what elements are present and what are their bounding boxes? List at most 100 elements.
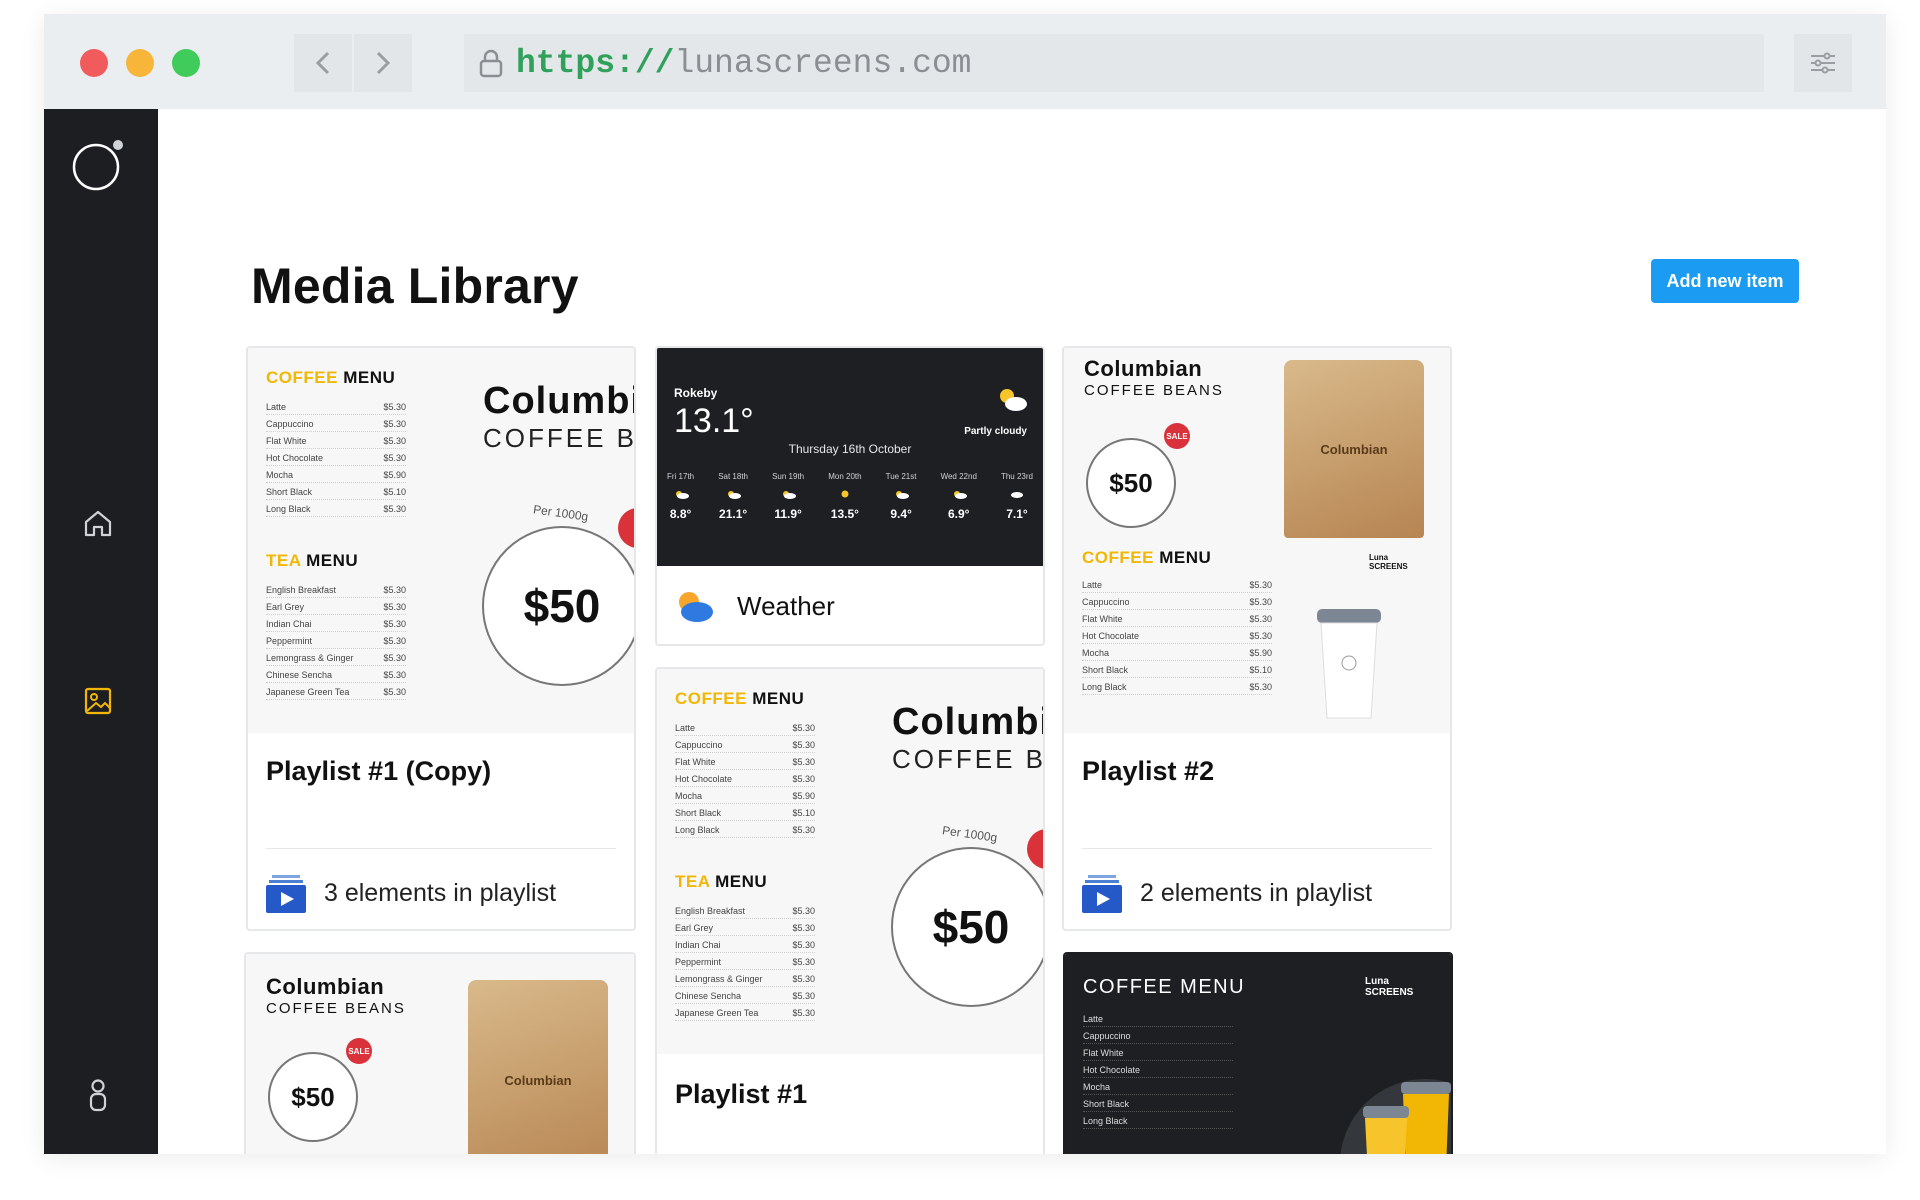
app-sidebar bbox=[44, 109, 158, 1154]
browser-settings-button[interactable] bbox=[1794, 34, 1852, 92]
image-icon bbox=[84, 687, 112, 715]
forecast-day: Sun 19th 11.9° bbox=[772, 472, 805, 521]
forecast-day: Thu 23rd 7.1° bbox=[1000, 472, 1033, 521]
menu-row: Short Black $5.10 bbox=[266, 483, 406, 500]
menu-row: Peppermint $5.30 bbox=[266, 632, 406, 649]
menu-row: Hot Chocolate $5.30 bbox=[675, 770, 815, 787]
media-card-dark-coffee-menu[interactable]: COFFEE MENU Luna SCREENS Latte Cappuccin… bbox=[1063, 952, 1453, 1154]
menu-row: Japanese Green Tea $5.30 bbox=[675, 1004, 815, 1021]
menu-row: Peppermint $5.30 bbox=[675, 953, 815, 970]
cloud-icon bbox=[783, 491, 797, 499]
browser-toolbar: https://lunascreens.com bbox=[44, 14, 1886, 109]
menu-row: Flat White $5.30 bbox=[675, 753, 815, 770]
promo-preview: Columbian COFFEE BEANS bbox=[483, 380, 634, 453]
url-host: lunascreens.com bbox=[674, 44, 972, 82]
menu-row: Indian Chai $5.30 bbox=[675, 936, 815, 953]
card-thumbnail: Columbian COFFEE BEANS $50 SALE Columbia… bbox=[246, 954, 634, 1154]
sidebar-item-home[interactable] bbox=[82, 507, 114, 544]
menu-row: Long Black $5.30 bbox=[675, 821, 815, 838]
luna-badge: Luna SCREENS bbox=[1369, 553, 1408, 571]
forecast-day: Tue 21st 9.4° bbox=[885, 472, 917, 521]
coffee-menu-preview: COFFEE MENU Latte $5.30 Cappuccino $5.30 F… bbox=[266, 368, 406, 700]
menu-row: Cappuccino bbox=[1083, 1027, 1233, 1044]
menu-row: Earl Grey $5.30 bbox=[266, 598, 406, 615]
address-bar[interactable]: https://lunascreens.com bbox=[464, 34, 1764, 92]
menu-row: Long Black $5.30 bbox=[1082, 678, 1272, 695]
forward-button[interactable] bbox=[354, 34, 412, 92]
menu-row: Long Black $5.30 bbox=[266, 500, 406, 517]
card-footer: 2 elements in playlist bbox=[1082, 873, 1372, 913]
sale-badge: S bbox=[618, 508, 634, 548]
minimize-window-button[interactable] bbox=[126, 49, 154, 77]
card-thumbnail: COFFEE MENU Luna SCREENS Latte Cappuccin… bbox=[1065, 954, 1451, 1154]
menu-row: Mocha $5.90 bbox=[675, 787, 815, 804]
playlist-icon bbox=[1082, 875, 1122, 913]
menu-row: Mocha $5.90 bbox=[266, 466, 406, 483]
card-title: Weather bbox=[737, 590, 835, 621]
sidebar-item-media[interactable] bbox=[82, 685, 114, 722]
sliders-icon bbox=[1811, 52, 1835, 74]
menu-row: Flat White $5.30 bbox=[266, 432, 406, 449]
url-scheme: https:// bbox=[516, 44, 675, 82]
playlist-count: 3 elements in playlist bbox=[324, 878, 557, 907]
add-new-item-button[interactable]: Add new item bbox=[1651, 259, 1799, 303]
menu-row: Mocha $5.90 bbox=[1082, 644, 1272, 661]
maximize-window-button[interactable] bbox=[172, 49, 200, 77]
chevron-right-icon bbox=[376, 51, 391, 75]
media-card-playlist-1-copy[interactable]: COFFEE MENU Latte $5.30 Cappuccino $5.30 F… bbox=[246, 346, 636, 931]
forecast-row: Fri 17th 8.8° Sat 18th 21.1° Sun 19th 11.9°… bbox=[667, 472, 1033, 521]
menu-row: Flat White $5.30 bbox=[1082, 610, 1272, 627]
menu-row: Earl Grey $5.30 bbox=[675, 919, 815, 936]
yellow-cups-image bbox=[1340, 1079, 1451, 1154]
chevron-left-icon bbox=[315, 51, 330, 75]
media-card-playlist-2[interactable]: Columbian COFFEE BEANS $50 SALE Columbia… bbox=[1062, 346, 1452, 931]
card-title: Playlist #1 bbox=[675, 1079, 808, 1109]
forecast-day: Wed 22nd 6.9° bbox=[940, 472, 977, 521]
weather-app-icon bbox=[679, 592, 713, 622]
menu-row: English Breakfast $5.30 bbox=[675, 902, 815, 919]
menu-row: Short Black $5.10 bbox=[1082, 661, 1272, 678]
sidebar-item-account[interactable] bbox=[82, 1077, 114, 1118]
menu-row: Lemongrass & Ginger $5.30 bbox=[675, 970, 815, 987]
menu-row: Short Black bbox=[1083, 1095, 1233, 1112]
card-thumbnail: COFFEE MENU Latte $5.30 Cappuccino $5.30 F… bbox=[248, 348, 634, 733]
sale-badge: SALE bbox=[346, 1038, 372, 1064]
price-badge: $50 bbox=[891, 847, 1043, 1007]
menu-row: Lemongrass & Ginger $5.30 bbox=[266, 649, 406, 666]
cloud-icon bbox=[953, 491, 967, 499]
forecast-day: Mon 20th 13.5° bbox=[828, 472, 862, 521]
menu-row: Japanese Green Tea $5.30 bbox=[266, 683, 406, 700]
price-badge: $50 bbox=[1086, 438, 1176, 528]
menu-row: English Breakfast $5.30 bbox=[266, 581, 406, 598]
menu-row: Latte $5.30 bbox=[266, 398, 406, 415]
card-thumbnail: Columbian COFFEE BEANS $50 SALE Columbia… bbox=[1064, 348, 1450, 733]
playlist-icon bbox=[266, 875, 306, 913]
menu-row: Short Black $5.10 bbox=[675, 804, 815, 821]
coffee-bag-image: Columbian bbox=[468, 980, 608, 1154]
coffee-cup-image bbox=[1317, 609, 1381, 719]
close-window-button[interactable] bbox=[80, 49, 108, 77]
price-badge: $50 bbox=[482, 526, 634, 686]
media-card-weather[interactable]: Rokeby 13.1° Partly cloudy Thursday 16th… bbox=[655, 346, 1045, 646]
menu-row: Hot Chocolate $5.30 bbox=[266, 449, 406, 466]
lock-icon bbox=[479, 49, 503, 78]
price-badge: $50 bbox=[268, 1052, 358, 1142]
main-content: Media Library Add new item COFFEE MENU L… bbox=[158, 109, 1886, 1154]
menu-row: Hot Chocolate $5.30 bbox=[1082, 627, 1272, 644]
menu-row: Indian Chai $5.30 bbox=[266, 615, 406, 632]
media-card-playlist-1[interactable]: COFFEE MENU Latte $5.30 Cappuccino $5.30 F… bbox=[655, 667, 1045, 1154]
cloud-icon bbox=[896, 491, 910, 499]
home-icon bbox=[84, 510, 112, 537]
luna-logo[interactable] bbox=[70, 137, 126, 193]
menu-row: Long Black bbox=[1083, 1112, 1233, 1129]
back-button[interactable] bbox=[294, 34, 352, 92]
menu-row: Cappuccino $5.30 bbox=[266, 415, 406, 432]
forecast-day: Fri 17th 8.8° bbox=[667, 472, 695, 521]
menu-row: Chinese Sencha $5.30 bbox=[675, 987, 815, 1004]
card-footer: 3 elements in playlist bbox=[266, 873, 556, 913]
browser-window: https://lunascreens.com Media Library Ad… bbox=[44, 14, 1886, 1154]
media-card-columbian-promo[interactable]: Columbian COFFEE BEANS $50 SALE Columbia… bbox=[244, 952, 636, 1154]
user-icon bbox=[89, 1079, 107, 1112]
menu-row: Latte $5.30 bbox=[1082, 576, 1272, 593]
menu-row: Hot Chocolate bbox=[1083, 1061, 1233, 1078]
